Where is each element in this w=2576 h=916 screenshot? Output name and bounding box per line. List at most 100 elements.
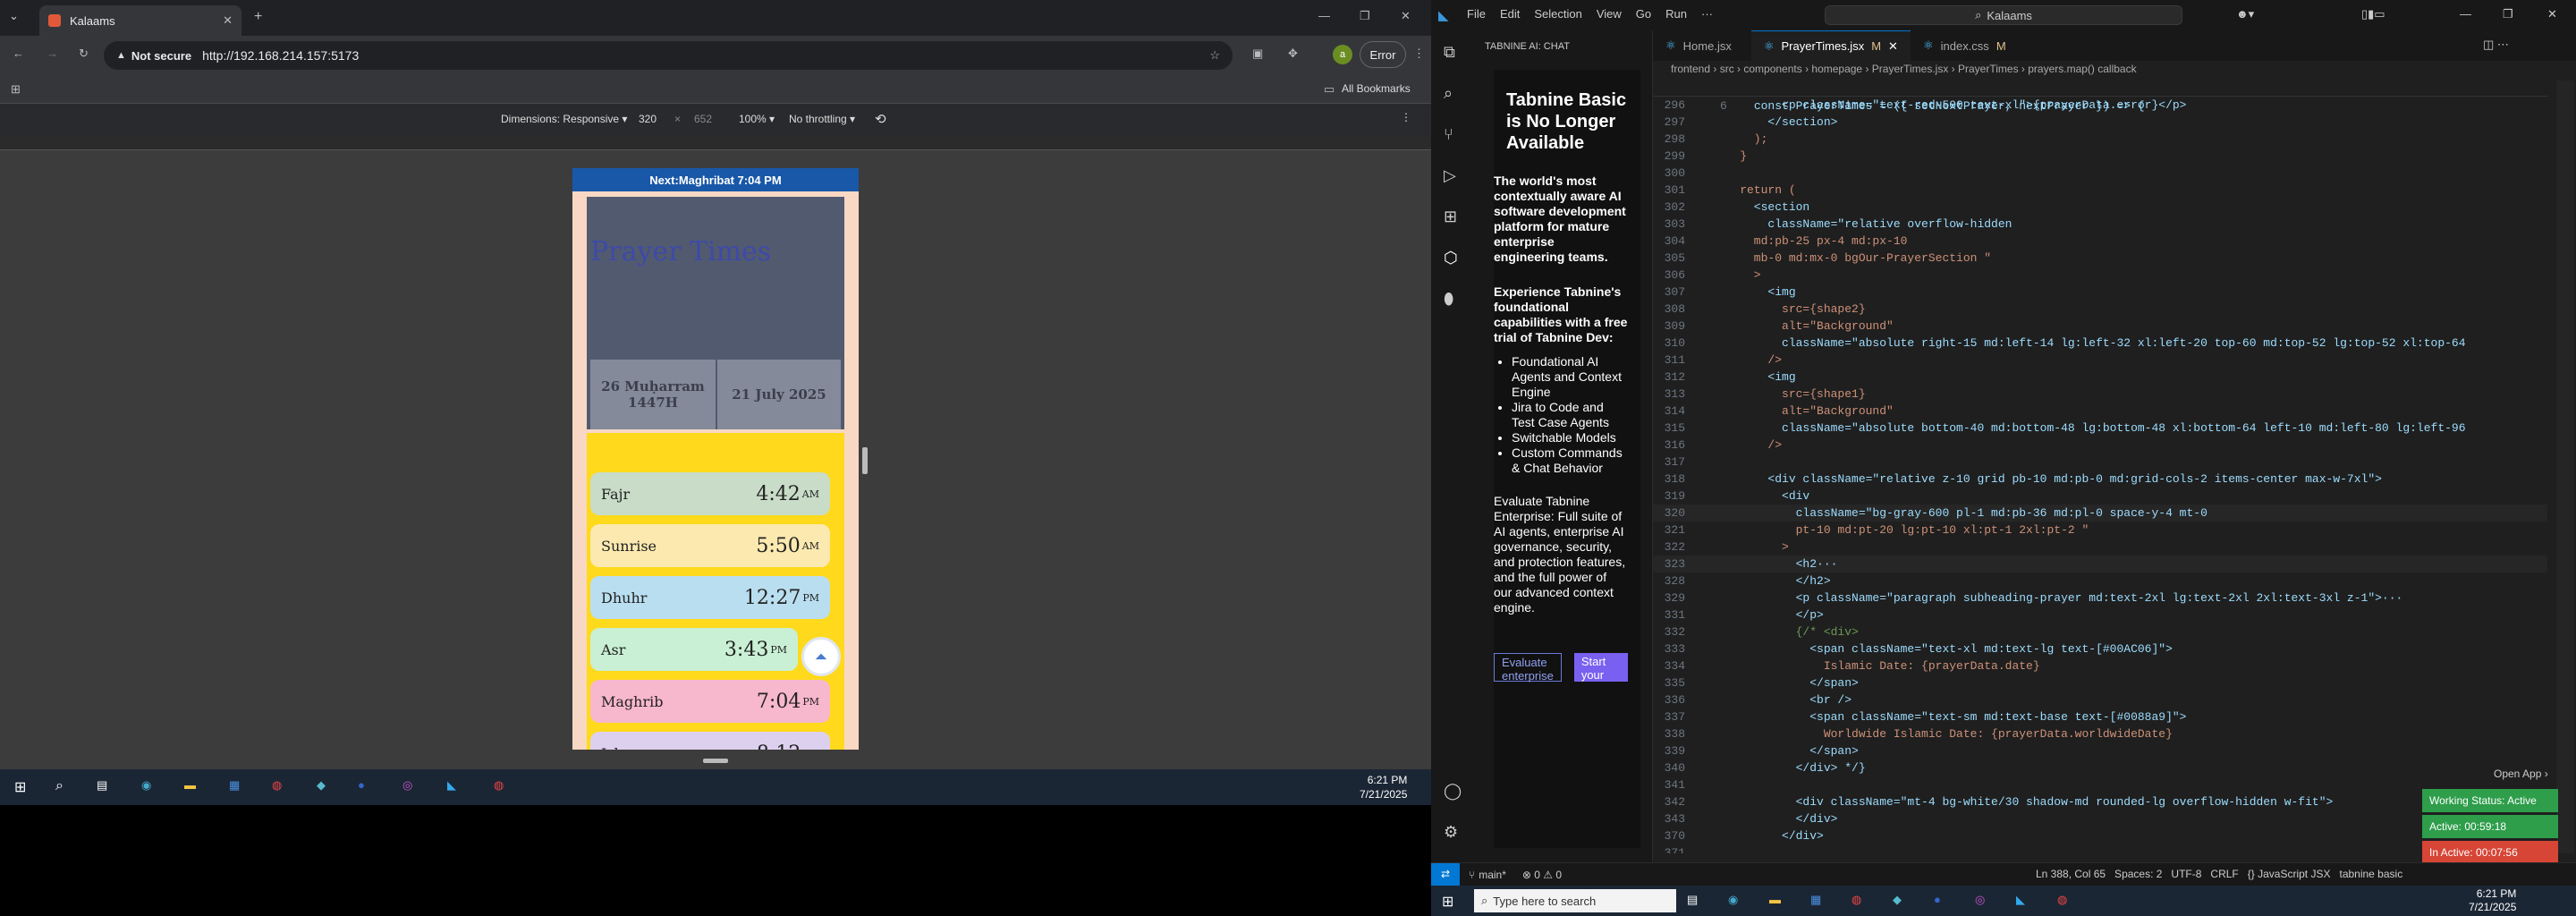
code-line[interactable]: 297 </section> bbox=[1653, 114, 2547, 131]
code-line[interactable]: 315 className="absolute bottom-40 md:bot… bbox=[1653, 420, 2547, 437]
evaluate-enterprise-button[interactable]: Evaluate enterprise bbox=[1494, 653, 1562, 683]
min-icon[interactable]: — bbox=[2460, 7, 2471, 21]
code-line[interactable]: 313 src={shape1} bbox=[1653, 386, 2547, 403]
breadcrumb[interactable]: frontend › src › components › homepage ›… bbox=[1671, 63, 2137, 75]
zoom-icon-2[interactable]: ● bbox=[1934, 893, 1941, 906]
device-more-icon[interactable]: ⋮ bbox=[1401, 111, 1411, 123]
minimize-icon[interactable]: — bbox=[1318, 9, 1330, 22]
extension-icon[interactable]: ▣ bbox=[1252, 47, 1263, 61]
start-icon-2[interactable]: ⊞ bbox=[1442, 893, 1453, 911]
search-view-icon[interactable]: ⌕ bbox=[1444, 84, 1453, 103]
new-tab-icon[interactable]: + bbox=[254, 9, 262, 25]
menu-item[interactable]: Edit bbox=[1500, 7, 1520, 21]
profile-avatar[interactable]: a bbox=[1333, 45, 1352, 64]
code-line[interactable]: 296 <p className="text-red-500 text-xl">… bbox=[1653, 97, 2547, 114]
chrome2-icon-2[interactable]: ◍ bbox=[2057, 893, 2067, 907]
code-line[interactable]: 338 Worldwide Islamic Date: {prayerData.… bbox=[1653, 725, 2547, 742]
problems-count[interactable]: ⊗ 0 ⚠ 0 bbox=[1522, 869, 1562, 881]
code-line[interactable]: 303 className="relative overflow-hidden bbox=[1653, 216, 2547, 233]
code-line[interactable]: 311 /> bbox=[1653, 352, 2547, 369]
code-line[interactable]: 307 <img bbox=[1653, 284, 2547, 301]
rotate-icon[interactable]: ⟲ bbox=[875, 111, 886, 127]
menu-item[interactable]: Selection bbox=[1534, 7, 1581, 21]
menu-item[interactable]: Run bbox=[1665, 7, 1687, 21]
error-button[interactable]: Error bbox=[1360, 41, 1406, 68]
code-line[interactable]: 317 bbox=[1653, 454, 2547, 471]
code-line[interactable]: 321 pt-10 md:pt-20 lg:pt-10 xl:pt-1 2xl:… bbox=[1653, 522, 2547, 539]
copilot-icon[interactable]: ☻▾ bbox=[2236, 7, 2254, 21]
code-line[interactable]: 339 </span> bbox=[1653, 742, 2547, 759]
menu-item[interactable]: Go bbox=[1636, 7, 1651, 21]
vscode-icon[interactable]: ◣ bbox=[447, 778, 456, 793]
close-tab-icon[interactable]: ✕ bbox=[223, 13, 233, 28]
editor-tab[interactable]: ⚛ Home.jsx bbox=[1653, 30, 1751, 61]
menu-item[interactable]: File bbox=[1467, 7, 1486, 21]
explorer-icon-2[interactable]: ▬ bbox=[1769, 893, 1781, 906]
explorer-icon[interactable]: ▬ bbox=[184, 778, 196, 792]
code-line[interactable]: 331 </p> bbox=[1653, 606, 2547, 623]
width-input[interactable]: 320 bbox=[639, 113, 657, 125]
code-line[interactable]: 332 {/* <div> bbox=[1653, 623, 2547, 640]
code-line[interactable]: 334 Islamic Date: {prayerData.date} bbox=[1653, 657, 2547, 674]
code-line[interactable]: 328 </h2> bbox=[1653, 572, 2547, 589]
code-line[interactable]: 300 bbox=[1653, 165, 2547, 182]
github-icon[interactable]: ◎ bbox=[402, 778, 412, 793]
height-input[interactable]: 652 bbox=[694, 113, 712, 125]
code-line[interactable]: 305 mb-0 md:mx-0 bgOur-PrayerSection " bbox=[1653, 250, 2547, 267]
code-line[interactable]: 319 <div bbox=[1653, 488, 2547, 505]
task-view-icon-2[interactable]: ▤ bbox=[1687, 893, 1698, 907]
maximize-icon[interactable]: ❐ bbox=[1360, 9, 1370, 23]
minimap[interactable] bbox=[2556, 81, 2574, 859]
code-line[interactable]: 312 <img bbox=[1653, 369, 2547, 386]
chrome-icon[interactable]: ◍ bbox=[272, 778, 282, 793]
editor-tab[interactable]: ⚛ index.css M bbox=[1911, 30, 2019, 61]
code-line[interactable]: 335 </span> bbox=[1653, 674, 2547, 691]
tabnine-icon[interactable]: ⬡ bbox=[1444, 249, 1458, 267]
omnibox[interactable]: ▲ Not secure http://192.168.214.157:5173… bbox=[104, 41, 1233, 70]
chrome-menu-icon[interactable]: ⋮ bbox=[1413, 47, 1425, 61]
run-debug-icon[interactable]: ▷ bbox=[1444, 166, 1456, 185]
open-app-link[interactable]: Open App › bbox=[2494, 768, 2548, 780]
tab-search-icon[interactable]: ⌄ bbox=[9, 9, 19, 23]
settings-gear-icon[interactable]: ⚙ bbox=[1444, 823, 1458, 842]
back-icon[interactable]: ← bbox=[13, 47, 24, 60]
code-line[interactable]: 309 alt="Background" bbox=[1653, 318, 2547, 335]
editor-tab[interactable]: ⚛ PrayerTimes.jsx M ✕ bbox=[1750, 30, 1911, 61]
code-line[interactable]: 342 <div className="mt-4 bg-white/30 sha… bbox=[1653, 793, 2547, 810]
taskbar-search-icon[interactable]: ⌕ bbox=[55, 778, 64, 794]
code-line[interactable]: 310 className="absolute right-15 md:left… bbox=[1653, 335, 2547, 352]
not-secure-label[interactable]: Not secure bbox=[131, 49, 191, 63]
app-icon-2[interactable]: ◆ bbox=[1893, 893, 1902, 907]
close-tab-icon[interactable]: ✕ bbox=[1888, 39, 1898, 54]
store-icon-2[interactable]: ▦ bbox=[1810, 893, 1821, 907]
task-view-icon[interactable]: ▤ bbox=[97, 778, 107, 793]
split-editor-icon[interactable]: ◫ ⋯ bbox=[2483, 38, 2509, 52]
code-line[interactable]: 341 bbox=[1653, 776, 2547, 793]
reload-icon[interactable]: ↻ bbox=[79, 47, 89, 61]
extensions-puzzle-icon[interactable]: ✥ bbox=[1288, 47, 1298, 61]
browser-tab[interactable]: Kalaams ✕ bbox=[39, 5, 242, 36]
menu-item[interactable]: View bbox=[1597, 7, 1622, 21]
source-control-icon[interactable]: ⑂ bbox=[1444, 125, 1453, 144]
menu-item[interactable]: ··· bbox=[1701, 7, 1713, 21]
code-line[interactable]: 370 </div> bbox=[1653, 827, 2547, 844]
code-line[interactable]: 320 className="bg-gray-600 pl-1 md:pb-36… bbox=[1653, 505, 2547, 522]
remote-icon[interactable]: ⇄ bbox=[1431, 862, 1460, 886]
chrome-icon-2[interactable]: ◍ bbox=[1852, 893, 1861, 907]
resize-handle-bottom[interactable] bbox=[703, 759, 728, 763]
code-line[interactable]: 323 <h2··· bbox=[1653, 556, 2547, 572]
dimensions-select[interactable]: Dimensions: Responsive ▾ bbox=[501, 113, 627, 125]
code-line[interactable]: 336 <br /> bbox=[1653, 691, 2547, 708]
code-line[interactable]: 299 } bbox=[1653, 148, 2547, 165]
code-line[interactable]: 304 md:pb-25 px-4 md:px-10 bbox=[1653, 233, 2547, 250]
code-line[interactable]: 302 <section bbox=[1653, 199, 2547, 216]
branch-label[interactable]: main* bbox=[1479, 869, 1506, 881]
app-icon[interactable]: ◆ bbox=[317, 778, 326, 793]
url-text[interactable]: http://192.168.214.157:5173 bbox=[202, 48, 359, 63]
throttle-select[interactable]: No throttling ▾ bbox=[789, 113, 855, 125]
edge-icon-2[interactable]: ◉ bbox=[1728, 893, 1738, 907]
code-line[interactable]: 316 /> bbox=[1653, 437, 2547, 454]
code-line[interactable]: 343 </div> bbox=[1653, 810, 2547, 827]
start-trial-button[interactable]: Start your Dev trial bbox=[1573, 653, 1628, 682]
clock-2[interactable]: 6:21 PM 7/21/2025 bbox=[2469, 887, 2516, 914]
